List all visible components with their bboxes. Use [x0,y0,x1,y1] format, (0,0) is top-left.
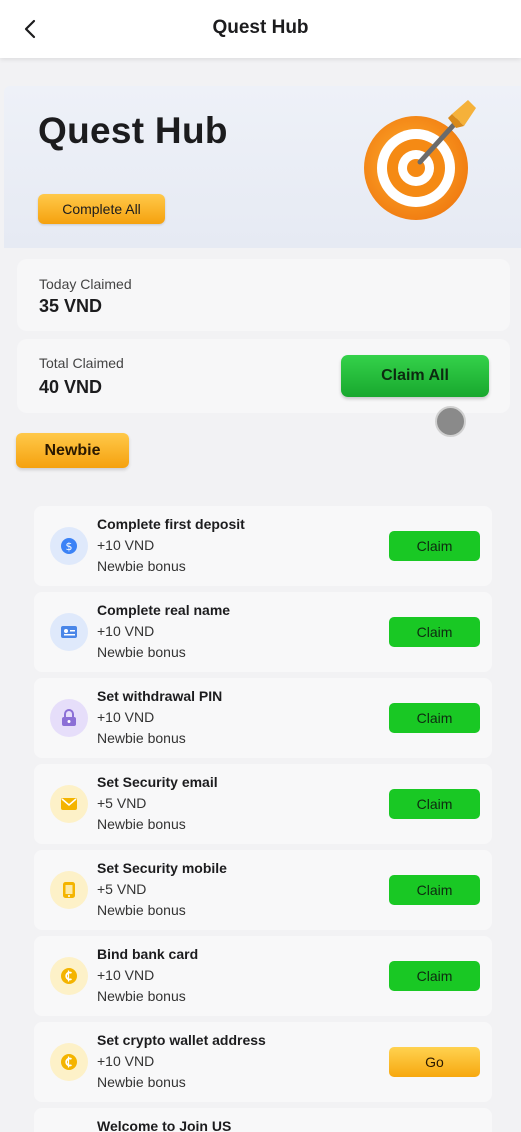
task-icon-container [50,785,88,823]
total-claimed-value: 40 VND [39,377,103,397]
list-item: Set withdrawal PIN +10 VND Newbie bonus … [34,678,492,758]
coin-icon [61,1054,77,1070]
today-claimed-label: Today Claimed [39,276,132,292]
total-claimed-card: Total Claimed 40 VND Claim All [17,339,510,413]
floating-assistive-button[interactable] [435,406,466,437]
tab-newbie[interactable]: Newbie [16,433,129,468]
task-reward: +5 VND [97,795,147,811]
task-subtitle: Newbie bonus [97,902,186,918]
task-title: Set Security mobile [97,860,227,876]
task-subtitle: Newbie bonus [97,644,186,660]
claim-all-button[interactable]: Claim All [341,355,489,397]
dollar-coin-icon: $ [61,538,77,554]
task-title: Set crypto wallet address [97,1032,266,1048]
list-item: Set crypto wallet address +10 VND Newbie… [34,1022,492,1102]
task-list: $ Complete first deposit +10 VND Newbie … [34,506,492,1132]
task-icon-container: $ [50,527,88,565]
task-subtitle: Newbie bonus [97,816,186,832]
task-reward: +10 VND [97,709,155,725]
today-claimed-value: 35 VND [39,296,103,316]
svg-text:$: $ [66,540,73,553]
task-title: Set Security email [97,774,218,790]
task-title: Set withdrawal PIN [97,688,223,704]
claim-button[interactable]: Claim [389,961,480,991]
page-title: Quest Hub [212,17,309,38]
id-card-icon [61,626,77,638]
task-subtitle: Newbie bonus [97,1074,186,1090]
claim-button[interactable]: Claim [389,531,480,561]
task-reward: +10 VND [97,967,155,983]
list-item: $ Complete first deposit +10 VND Newbie … [34,506,492,586]
task-reward: +10 VND [97,1053,155,1069]
task-icon-container [50,871,88,909]
coin-icon [61,968,77,984]
task-icon-container [50,613,88,651]
task-subtitle: Newbie bonus [97,988,186,1004]
total-claimed-label: Total Claimed [39,355,124,371]
claim-button[interactable]: Claim [389,703,480,733]
list-item: Welcome to Join US [34,1108,492,1132]
top-bar: Quest Hub [0,0,521,58]
go-button[interactable]: Go [389,1047,480,1077]
task-subtitle: Newbie bonus [97,730,186,746]
task-reward: +10 VND [97,537,155,553]
list-item: Set Security email +5 VND Newbie bonus C… [34,764,492,844]
target-dart-icon [364,100,476,220]
task-subtitle: Newbie bonus [97,558,186,574]
mail-icon [61,798,77,810]
hero-title: Quest Hub [38,110,228,151]
claim-button[interactable]: Claim [389,789,480,819]
task-icon-container [50,699,88,737]
task-title: Welcome to Join US [97,1118,232,1132]
phone-icon [63,882,75,898]
list-item: Complete real name +10 VND Newbie bonus … [34,592,492,672]
lock-icon [62,709,76,726]
hero-banner: Quest Hub Complete All [4,86,521,248]
list-item: Bind bank card +10 VND Newbie bonus Clai… [34,936,492,1016]
task-title: Complete first deposit [97,516,245,532]
task-title: Complete real name [97,602,231,618]
list-item: Set Security mobile +5 VND Newbie bonus … [34,850,492,930]
complete-all-button[interactable]: Complete All [38,194,165,224]
task-icon-container [50,1043,88,1081]
claim-button[interactable]: Claim [389,875,480,905]
task-icon-container [50,957,88,995]
task-title: Bind bank card [97,946,199,962]
today-claimed-card: Today Claimed 35 VND [17,259,510,331]
task-reward: +10 VND [97,623,155,639]
task-reward: +5 VND [97,881,147,897]
claim-button[interactable]: Claim [389,617,480,647]
